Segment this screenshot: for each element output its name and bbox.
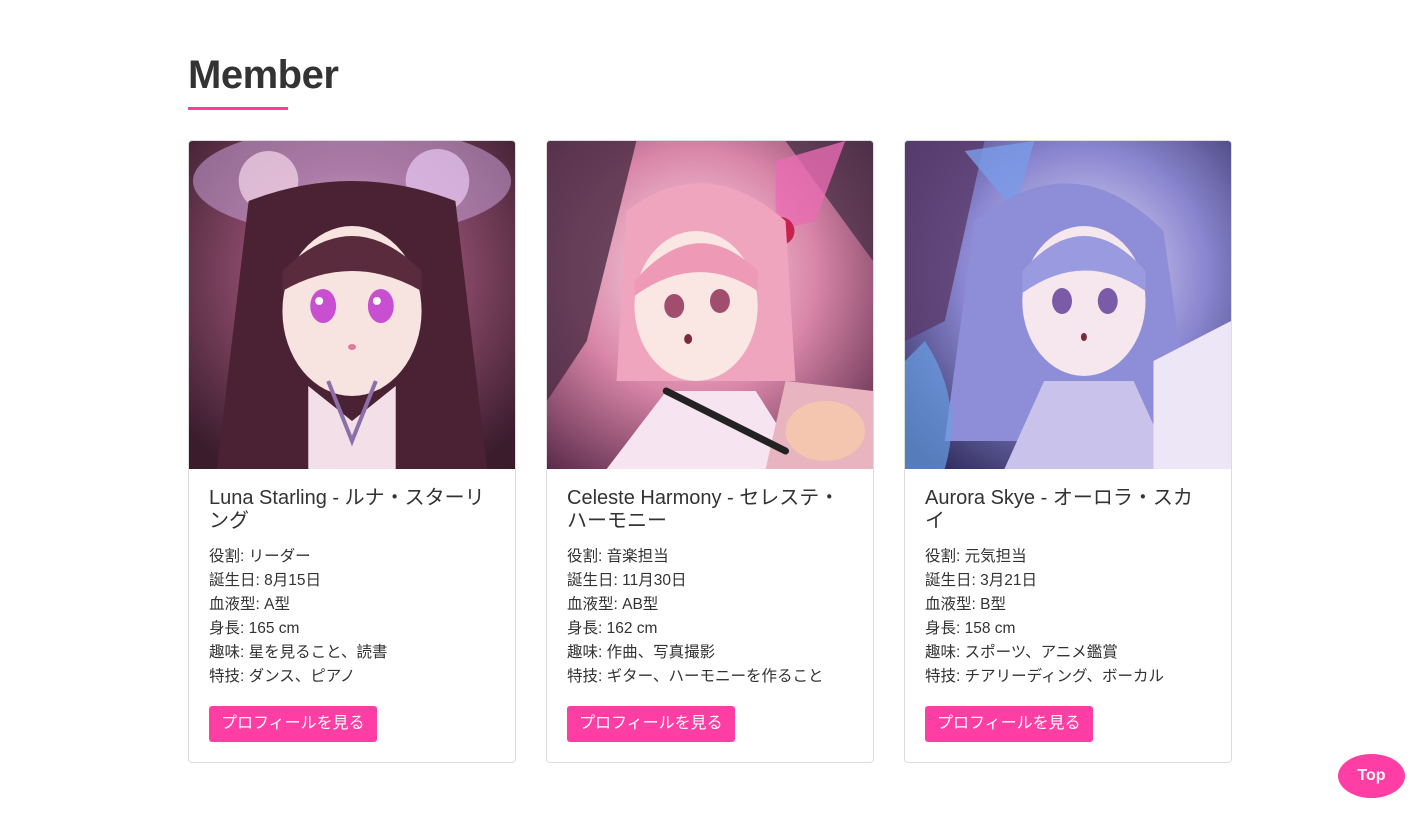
member-portrait-image xyxy=(189,141,515,469)
member-details: 役割: リーダー 誕生日: 8月15日 血液型: A型 身長: 165 cm 趣… xyxy=(209,545,495,689)
section-title: Member xyxy=(188,53,339,97)
back-to-top-button[interactable]: Top xyxy=(1338,754,1405,798)
view-profile-button[interactable]: プロフィールを見る xyxy=(567,706,735,742)
member-name: Celeste Harmony - セレステ・ハーモニー xyxy=(567,487,840,532)
member-height: 身長: 165 cm xyxy=(209,620,300,637)
member-card-list: Luna Starling - ルナ・スターリング 役割: リーダー 誕生日: … xyxy=(188,140,1238,763)
member-hobby: 趣味: 星を見ること、読書 xyxy=(209,644,388,661)
member-height: 身長: 158 cm xyxy=(925,620,1016,637)
member-name: Luna Starling - ルナ・スターリング xyxy=(209,487,485,532)
member-birthday: 誕生日: 11月30日 xyxy=(567,572,687,589)
member-card: Luna Starling - ルナ・スターリング 役割: リーダー 誕生日: … xyxy=(188,140,516,763)
member-details: 役割: 音楽担当 誕生日: 11月30日 血液型: AB型 身長: 162 cm… xyxy=(567,545,853,689)
member-portrait-image xyxy=(905,141,1231,469)
member-birthday: 誕生日: 3月21日 xyxy=(925,572,1037,589)
member-blood-type: 血液型: B型 xyxy=(925,596,1006,613)
member-blood-type: 血液型: AB型 xyxy=(567,596,659,613)
member-role: 役割: リーダー xyxy=(209,548,311,565)
member-skill: 特技: チアリーディング、ボーカル xyxy=(925,668,1164,685)
view-profile-button[interactable]: プロフィールを見る xyxy=(925,706,1093,742)
member-portrait-image xyxy=(547,141,873,469)
member-blood-type: 血液型: A型 xyxy=(209,596,290,613)
member-name: Aurora Skye - オーロラ・スカイ xyxy=(925,487,1193,532)
member-height: 身長: 162 cm xyxy=(567,620,658,637)
member-role: 役割: 元気担当 xyxy=(925,548,1027,565)
member-birthday: 誕生日: 8月15日 xyxy=(209,572,321,589)
member-skill: 特技: ギター、ハーモニーを作ること xyxy=(567,668,824,685)
member-hobby: 趣味: 作曲、写真撮影 xyxy=(567,644,716,661)
member-card: Aurora Skye - オーロラ・スカイ 役割: 元気担当 誕生日: 3月2… xyxy=(904,140,1232,763)
member-card: Celeste Harmony - セレステ・ハーモニー 役割: 音楽担当 誕生… xyxy=(546,140,874,763)
member-role: 役割: 音楽担当 xyxy=(567,548,669,565)
member-skill: 特技: ダンス、ピアノ xyxy=(209,668,356,685)
title-underline xyxy=(188,107,288,110)
member-details: 役割: 元気担当 誕生日: 3月21日 血液型: B型 身長: 158 cm 趣… xyxy=(925,545,1211,689)
view-profile-button[interactable]: プロフィールを見る xyxy=(209,706,377,742)
member-hobby: 趣味: スポーツ、アニメ鑑賞 xyxy=(925,644,1118,661)
